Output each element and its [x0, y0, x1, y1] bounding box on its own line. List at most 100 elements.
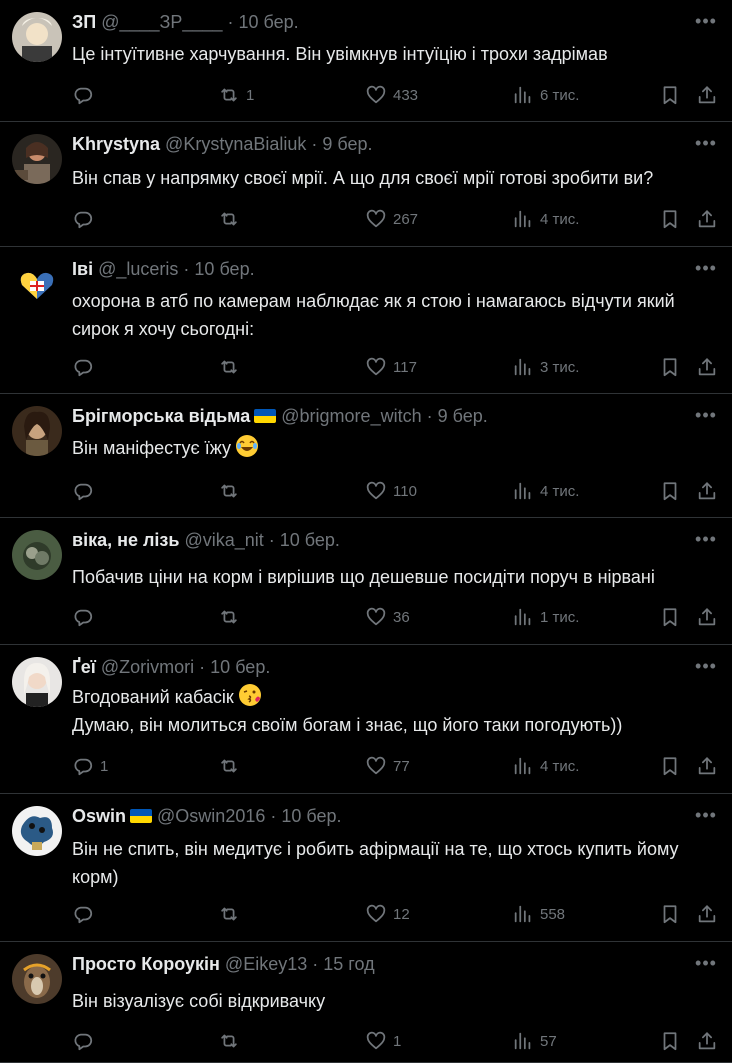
- reply-button[interactable]: 1: [72, 753, 108, 779]
- retweet-button[interactable]: [218, 206, 246, 232]
- avatar[interactable]: [12, 406, 62, 456]
- views-button[interactable]: 4 тис.: [512, 206, 579, 232]
- retweet-button[interactable]: [218, 753, 246, 779]
- views-count: 558: [540, 905, 566, 923]
- like-button[interactable]: 1: [365, 1028, 401, 1054]
- reply-button[interactable]: [72, 206, 100, 232]
- kiss-emoji: [238, 684, 261, 706]
- reply-button[interactable]: [72, 604, 100, 630]
- more-icon[interactable]: •••: [694, 10, 718, 34]
- views-button[interactable]: 6 тис.: [512, 82, 579, 108]
- share-button[interactable]: [696, 206, 718, 232]
- more-icon[interactable]: •••: [694, 952, 718, 976]
- views-button[interactable]: 3 тис.: [512, 354, 579, 380]
- reply-button[interactable]: [72, 354, 100, 380]
- display-name[interactable]: Просто Короукін: [72, 954, 220, 974]
- like-button[interactable]: 110: [365, 478, 417, 504]
- retweet-button[interactable]: [218, 354, 246, 380]
- views-button[interactable]: 4 тис.: [512, 478, 579, 504]
- tweet[interactable]: Khrystyna @KrystynaBialiuk · 9 бер. ••• Ві…: [0, 122, 732, 247]
- timestamp[interactable]: 10 бер.: [281, 806, 341, 826]
- display-name[interactable]: Khrystyna: [72, 134, 160, 154]
- more-icon[interactable]: •••: [694, 804, 718, 828]
- timestamp[interactable]: 15 год: [323, 954, 374, 974]
- bookmark-button[interactable]: [659, 901, 681, 927]
- retweet-button[interactable]: [218, 604, 246, 630]
- avatar[interactable]: [12, 530, 62, 580]
- display-name[interactable]: Іві: [72, 259, 93, 279]
- bookmark-button[interactable]: [659, 604, 681, 630]
- ukraine-flag-icon: [130, 809, 153, 823]
- views-button[interactable]: 4 тис.: [512, 753, 579, 779]
- display-name[interactable]: Брігморська відьма: [72, 406, 250, 426]
- views-button[interactable]: 1 тис.: [512, 604, 579, 630]
- avatar[interactable]: [12, 134, 62, 184]
- share-button[interactable]: [696, 354, 718, 380]
- share-button[interactable]: [696, 901, 718, 927]
- like-button[interactable]: 77: [365, 753, 410, 779]
- user-handle[interactable]: @KrystynaBialiuk: [165, 134, 306, 154]
- display-name[interactable]: віка, не лізь: [72, 530, 179, 550]
- views-button[interactable]: 57: [512, 1028, 557, 1054]
- tweet[interactable]: віка, не лізь @vika_nit · 10 бер. ••• Поба…: [0, 518, 732, 645]
- retweet-button[interactable]: [218, 478, 246, 504]
- timestamp[interactable]: 10 бер.: [280, 530, 340, 550]
- user-handle[interactable]: @_luceris: [98, 259, 178, 279]
- share-button[interactable]: [696, 604, 718, 630]
- reply-button[interactable]: [72, 1028, 100, 1054]
- more-icon[interactable]: •••: [694, 257, 718, 281]
- views-button[interactable]: 558: [512, 901, 565, 927]
- share-button[interactable]: [696, 478, 718, 504]
- timestamp[interactable]: 10 бер.: [239, 12, 299, 32]
- user-handle[interactable]: @brigmore_witch: [281, 406, 421, 426]
- like-icon: [366, 357, 386, 376]
- retweet-button[interactable]: 1: [218, 82, 254, 108]
- user-handle[interactable]: @vika_nit: [184, 530, 263, 550]
- bookmark-button[interactable]: [659, 82, 681, 108]
- avatar[interactable]: [12, 12, 62, 62]
- timestamp[interactable]: 10 бер.: [194, 259, 254, 279]
- more-icon[interactable]: •••: [694, 528, 718, 552]
- display-name[interactable]: Oswin: [72, 806, 126, 826]
- user-handle[interactable]: @Eikey13: [225, 954, 307, 974]
- bookmark-button[interactable]: [659, 753, 681, 779]
- tweet[interactable]: ЗП @____ЗР____ · 10 бер. ••• Це інтуїтивне…: [0, 0, 732, 122]
- share-button[interactable]: [696, 82, 718, 108]
- retweet-button[interactable]: [218, 1028, 246, 1054]
- avatar[interactable]: [12, 657, 62, 707]
- tweet[interactable]: Ґеї @Zorivmori · 10 бер. ••• Вгодований ка…: [0, 645, 732, 794]
- bookmark-button[interactable]: [659, 478, 681, 504]
- tweet[interactable]: Oswin @Oswin2016 · 10 бер. ••• Він не спит…: [0, 794, 732, 942]
- reply-button[interactable]: [72, 478, 100, 504]
- tweet[interactable]: Просто Короукін @Eikey13 · 15 год ••• Він …: [0, 942, 732, 1063]
- avatar[interactable]: [12, 954, 62, 1004]
- share-button[interactable]: [696, 753, 718, 779]
- timestamp[interactable]: 9 бер.: [322, 134, 372, 154]
- timestamp[interactable]: 10 бер.: [210, 657, 270, 677]
- reply-button[interactable]: [72, 82, 100, 108]
- timestamp[interactable]: 9 бер.: [438, 406, 488, 426]
- display-name[interactable]: Ґеї: [72, 657, 96, 677]
- like-button[interactable]: 117: [365, 354, 417, 380]
- tweet[interactable]: Брігморська відьма @brigmore_witch · 9 б…: [0, 394, 732, 518]
- like-button[interactable]: 12: [365, 901, 410, 927]
- display-name[interactable]: ЗП: [72, 12, 96, 32]
- bookmark-button[interactable]: [659, 206, 681, 232]
- user-handle[interactable]: @Zorivmori: [101, 657, 194, 677]
- retweet-button[interactable]: [218, 901, 246, 927]
- bookmark-button[interactable]: [659, 1028, 681, 1054]
- avatar[interactable]: [12, 259, 62, 309]
- share-button[interactable]: [696, 1028, 718, 1054]
- more-icon[interactable]: •••: [694, 655, 718, 679]
- like-button[interactable]: 36: [365, 604, 410, 630]
- reply-button[interactable]: [72, 901, 100, 927]
- like-button[interactable]: 433: [365, 82, 418, 108]
- tweet[interactable]: Іві @_luceris · 10 бер. ••• охорона в атб …: [0, 247, 732, 394]
- bookmark-button[interactable]: [659, 354, 681, 380]
- user-handle[interactable]: @Oswin2016: [157, 806, 265, 826]
- user-handle[interactable]: @____ЗР____: [101, 12, 222, 32]
- avatar[interactable]: [12, 806, 62, 856]
- like-button[interactable]: 267: [365, 206, 418, 232]
- more-icon[interactable]: •••: [694, 132, 718, 156]
- more-icon[interactable]: •••: [694, 404, 718, 428]
